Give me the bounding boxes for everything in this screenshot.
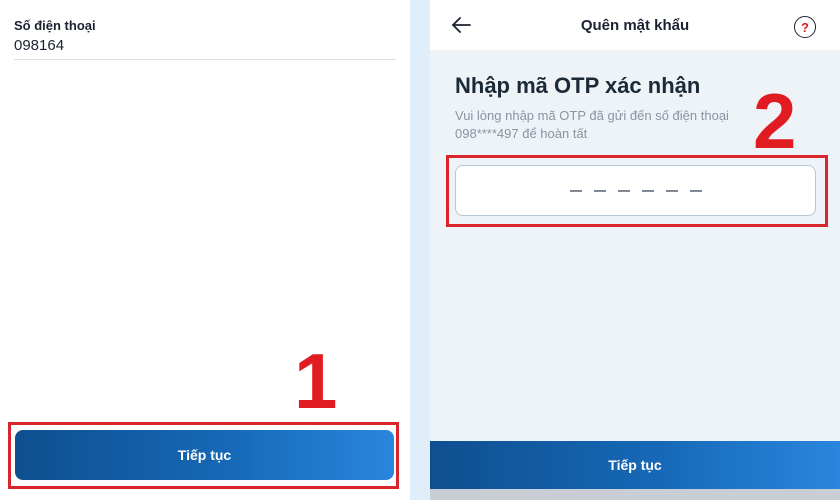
otp-heading: Nhập mã OTP xác nhận: [455, 73, 701, 98]
step-number-1: 1: [294, 337, 338, 425]
page-title: Quên mật khẩu: [580, 17, 690, 34]
top-bar: Quên mật khẩu ?: [430, 0, 840, 50]
highlight-box-otp: [446, 155, 828, 227]
phone-label: Số điện thoại: [14, 18, 96, 33]
continue-button-otp[interactable]: Tiếp tục: [430, 441, 840, 489]
screen-divider: [410, 0, 430, 500]
phone-input[interactable]: 098164: [14, 37, 64, 54]
keyboard-strip: [430, 489, 840, 500]
left-screen: Số điện thoại 098164 1 Tiếp tục: [0, 0, 410, 500]
otp-description: Vui lòng nhập mã OTP đã gửi đến số điện …: [455, 108, 729, 141]
phone-input-underline: [14, 59, 396, 60]
question-circle-icon[interactable]: ?: [794, 16, 816, 38]
right-screen: Quên mật khẩu ? Nhập mã OTP xác nhận Vui…: [430, 0, 840, 500]
step-number-2: 2: [753, 77, 797, 165]
continue-button[interactable]: Tiếp tục: [15, 430, 394, 480]
